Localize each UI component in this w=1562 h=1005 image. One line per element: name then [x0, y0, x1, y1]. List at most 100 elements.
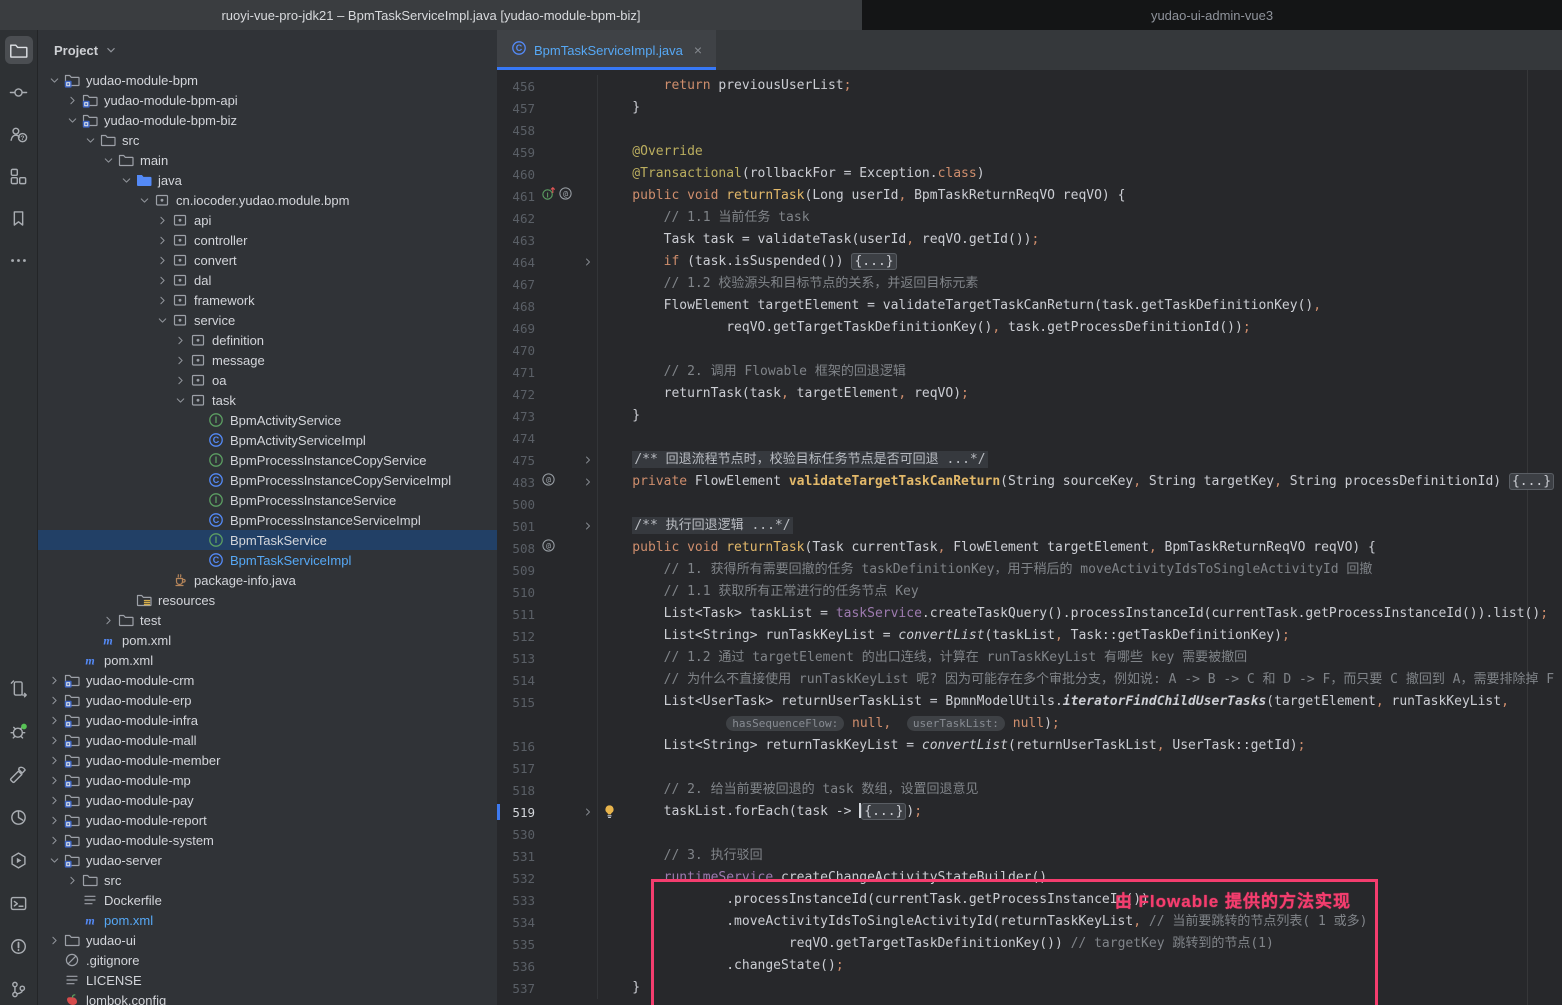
tree-item-controller[interactable]: controller	[38, 230, 497, 250]
tree-item-pom-xml[interactable]: mpom.xml	[38, 650, 497, 670]
folded-region[interactable]: {...}	[1509, 473, 1554, 490]
tree-item-bpmactivityservice[interactable]: IBpmActivityService	[38, 410, 497, 430]
tree-item-bpmactivityserviceimpl[interactable]: CBpmActivityServiceImpl	[38, 430, 497, 450]
services-tool-icon[interactable]	[5, 846, 33, 874]
tree-item-yudao-module-mall[interactable]: yudao-module-mall	[38, 730, 497, 750]
problems-tool-icon[interactable]	[5, 932, 33, 960]
terminal-tool-icon[interactable]	[5, 889, 33, 917]
tree-item-yudao-ui[interactable]: yudao-ui	[38, 930, 497, 950]
chevron-right-icon[interactable]	[46, 772, 63, 788]
tree-item-definition[interactable]: definition	[38, 330, 497, 350]
tree-item-yudao-module-mp[interactable]: yudao-module-mp	[38, 770, 497, 790]
chevron-right-icon[interactable]	[172, 332, 189, 348]
tree-item-src[interactable]: src	[38, 870, 497, 890]
chevron-right-icon[interactable]	[46, 752, 63, 768]
tree-item-yudao-module-crm[interactable]: yudao-module-crm	[38, 670, 497, 690]
tree-item-dal[interactable]: dal	[38, 270, 497, 290]
chevron-down-icon[interactable]	[118, 172, 135, 188]
tree-item-pom-xml[interactable]: mpom.xml	[38, 630, 497, 650]
fold-marker[interactable]	[579, 476, 597, 488]
chevron-down-icon[interactable]	[154, 312, 171, 328]
tree-item-convert[interactable]: convert	[38, 250, 497, 270]
tree-item-java[interactable]: java	[38, 170, 497, 190]
tree-item-yudao-module-pay[interactable]: yudao-module-pay	[38, 790, 497, 810]
tree-item-bpmprocessinstanceservice[interactable]: IBpmProcessInstanceService	[38, 490, 497, 510]
fold-marker[interactable]	[579, 806, 597, 818]
bookmarks-tool-icon[interactable]	[5, 204, 33, 232]
chevron-right-icon[interactable]	[46, 672, 63, 688]
intention-bulb-icon[interactable]	[602, 804, 617, 821]
tree-item-yudao-module-member[interactable]: yudao-module-member	[38, 750, 497, 770]
chevron-down-icon[interactable]	[46, 852, 63, 868]
chevron-down-icon[interactable]	[172, 392, 189, 408]
profiler-tool-icon[interactable]	[5, 803, 33, 831]
chevron-right-icon[interactable]	[154, 212, 171, 228]
fold-marker[interactable]	[579, 520, 597, 532]
chevron-right-icon[interactable]	[46, 732, 63, 748]
tree-item-yudao-module-bpm[interactable]: yudao-module-bpm	[38, 70, 497, 90]
structure-tool-icon[interactable]	[5, 162, 33, 190]
chevron-right-icon[interactable]	[154, 232, 171, 248]
tree-item-test[interactable]: test	[38, 610, 497, 630]
chevron-right-icon[interactable]	[154, 292, 171, 308]
chevron-right-icon[interactable]	[46, 832, 63, 848]
tree-item-framework[interactable]: framework	[38, 290, 497, 310]
chevron-down-icon[interactable]	[82, 132, 99, 148]
folded-region[interactable]: {...}	[851, 253, 896, 270]
chevron-down-icon[interactable]	[64, 112, 81, 128]
tree-item-yudao-module-bpm-biz[interactable]: yudao-module-bpm-biz	[38, 110, 497, 130]
pull-requests-tool-icon[interactable]: ?	[5, 120, 33, 148]
tab-bpmtaskserviceimpl[interactable]: C BpmTaskServiceImpl.java ×	[497, 30, 716, 70]
tree-item-dockerfile[interactable]: Dockerfile	[38, 890, 497, 910]
chevron-right-icon[interactable]	[154, 252, 171, 268]
chevron-right-icon[interactable]	[172, 352, 189, 368]
tree-item-service[interactable]: service	[38, 310, 497, 330]
chevron-down-icon[interactable]	[136, 192, 153, 208]
tree-item-bpmtaskservice[interactable]: IBpmTaskService	[38, 530, 497, 550]
fold-marker[interactable]	[579, 454, 597, 466]
close-icon[interactable]: ×	[694, 42, 702, 58]
tree-item-pom-xml[interactable]: mpom.xml	[38, 910, 497, 930]
annotation-marker-icon[interactable]: @	[541, 538, 556, 558]
chevron-right-icon[interactable]	[46, 812, 63, 828]
tree-item-cn-iocoder-yudao-module-bpm[interactable]: cn.iocoder.yudao.module.bpm	[38, 190, 497, 210]
tree-item-message[interactable]: message	[38, 350, 497, 370]
tree-item-api[interactable]: api	[38, 210, 497, 230]
chevron-right-icon[interactable]	[46, 692, 63, 708]
tree-item-lombok-config[interactable]: lombok.config	[38, 990, 497, 1005]
git-tool-icon[interactable]	[5, 975, 33, 1003]
chevron-down-icon[interactable]	[100, 152, 117, 168]
tree-item-package-info-java[interactable]: package-info.java	[38, 570, 497, 590]
tree-item-yudao-module-infra[interactable]: yudao-module-infra	[38, 710, 497, 730]
chevron-right-icon[interactable]	[100, 612, 117, 628]
project-panel-header[interactable]: Project	[38, 30, 497, 70]
chevron-right-icon[interactable]	[46, 712, 63, 728]
tree-item-bpmprocessinstancecopyserviceimpl[interactable]: CBpmProcessInstanceCopyServiceImpl	[38, 470, 497, 490]
chevron-right-icon[interactable]	[154, 272, 171, 288]
chevron-down-icon[interactable]	[46, 72, 63, 88]
tree-item-src[interactable]: src	[38, 130, 497, 150]
chevron-right-icon[interactable]	[46, 932, 63, 948]
implements-marker-icon[interactable]: I	[541, 186, 556, 206]
chevron-right-icon[interactable]	[172, 372, 189, 388]
build-tool-icon[interactable]	[5, 760, 33, 788]
annotation-marker-icon[interactable]: @	[558, 186, 573, 206]
tree-item-license[interactable]: LICENSE	[38, 970, 497, 990]
tree-item-bpmtaskserviceimpl[interactable]: CBpmTaskServiceImpl	[38, 550, 497, 570]
project-tool-icon[interactable]	[5, 36, 33, 64]
run-tool-icon[interactable]	[5, 674, 33, 702]
tree-item-oa[interactable]: oa	[38, 370, 497, 390]
tree-item-bpmprocessinstanceserviceimpl[interactable]: CBpmProcessInstanceServiceImpl	[38, 510, 497, 530]
chevron-right-icon[interactable]	[64, 92, 81, 108]
commit-tool-icon[interactable]	[5, 78, 33, 106]
tree-item-yudao-module-erp[interactable]: yudao-module-erp	[38, 690, 497, 710]
tree-item-yudao-module-report[interactable]: yudao-module-report	[38, 810, 497, 830]
annotation-marker-icon[interactable]: @	[541, 472, 556, 492]
more-tools-icon[interactable]	[5, 246, 33, 274]
chevron-right-icon[interactable]	[64, 872, 81, 888]
tree-item-yudao-module-system[interactable]: yudao-module-system	[38, 830, 497, 850]
folded-region[interactable]: {...}	[861, 803, 906, 820]
tree-item-task[interactable]: task	[38, 390, 497, 410]
tree-item-bpmprocessinstancecopyservice[interactable]: IBpmProcessInstanceCopyService	[38, 450, 497, 470]
tree-item-resources[interactable]: resources	[38, 590, 497, 610]
